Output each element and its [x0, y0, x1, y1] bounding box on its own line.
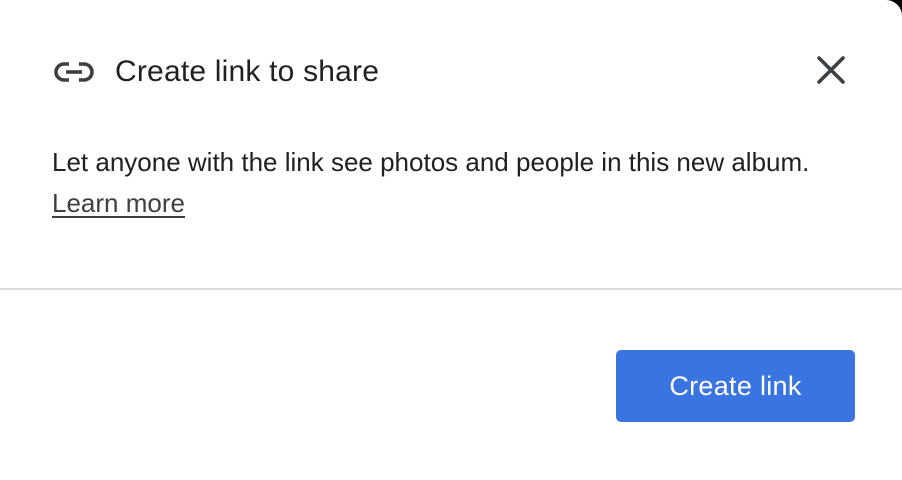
divider	[0, 288, 902, 290]
close-button[interactable]	[806, 48, 856, 96]
close-icon	[816, 55, 846, 90]
dialog-title: Create link to share	[115, 55, 380, 88]
link-icon	[52, 50, 96, 94]
create-link-button[interactable]: Create link	[616, 350, 855, 422]
description-text: Let anyone with the link see photos and …	[52, 147, 810, 177]
dialog-header: Create link to share	[52, 50, 379, 94]
learn-more-link[interactable]: Learn more	[52, 188, 185, 218]
create-link-dialog: Create link to share Let anyone with the…	[0, 0, 902, 480]
dialog-description: Let anyone with the link see photos and …	[52, 142, 852, 224]
